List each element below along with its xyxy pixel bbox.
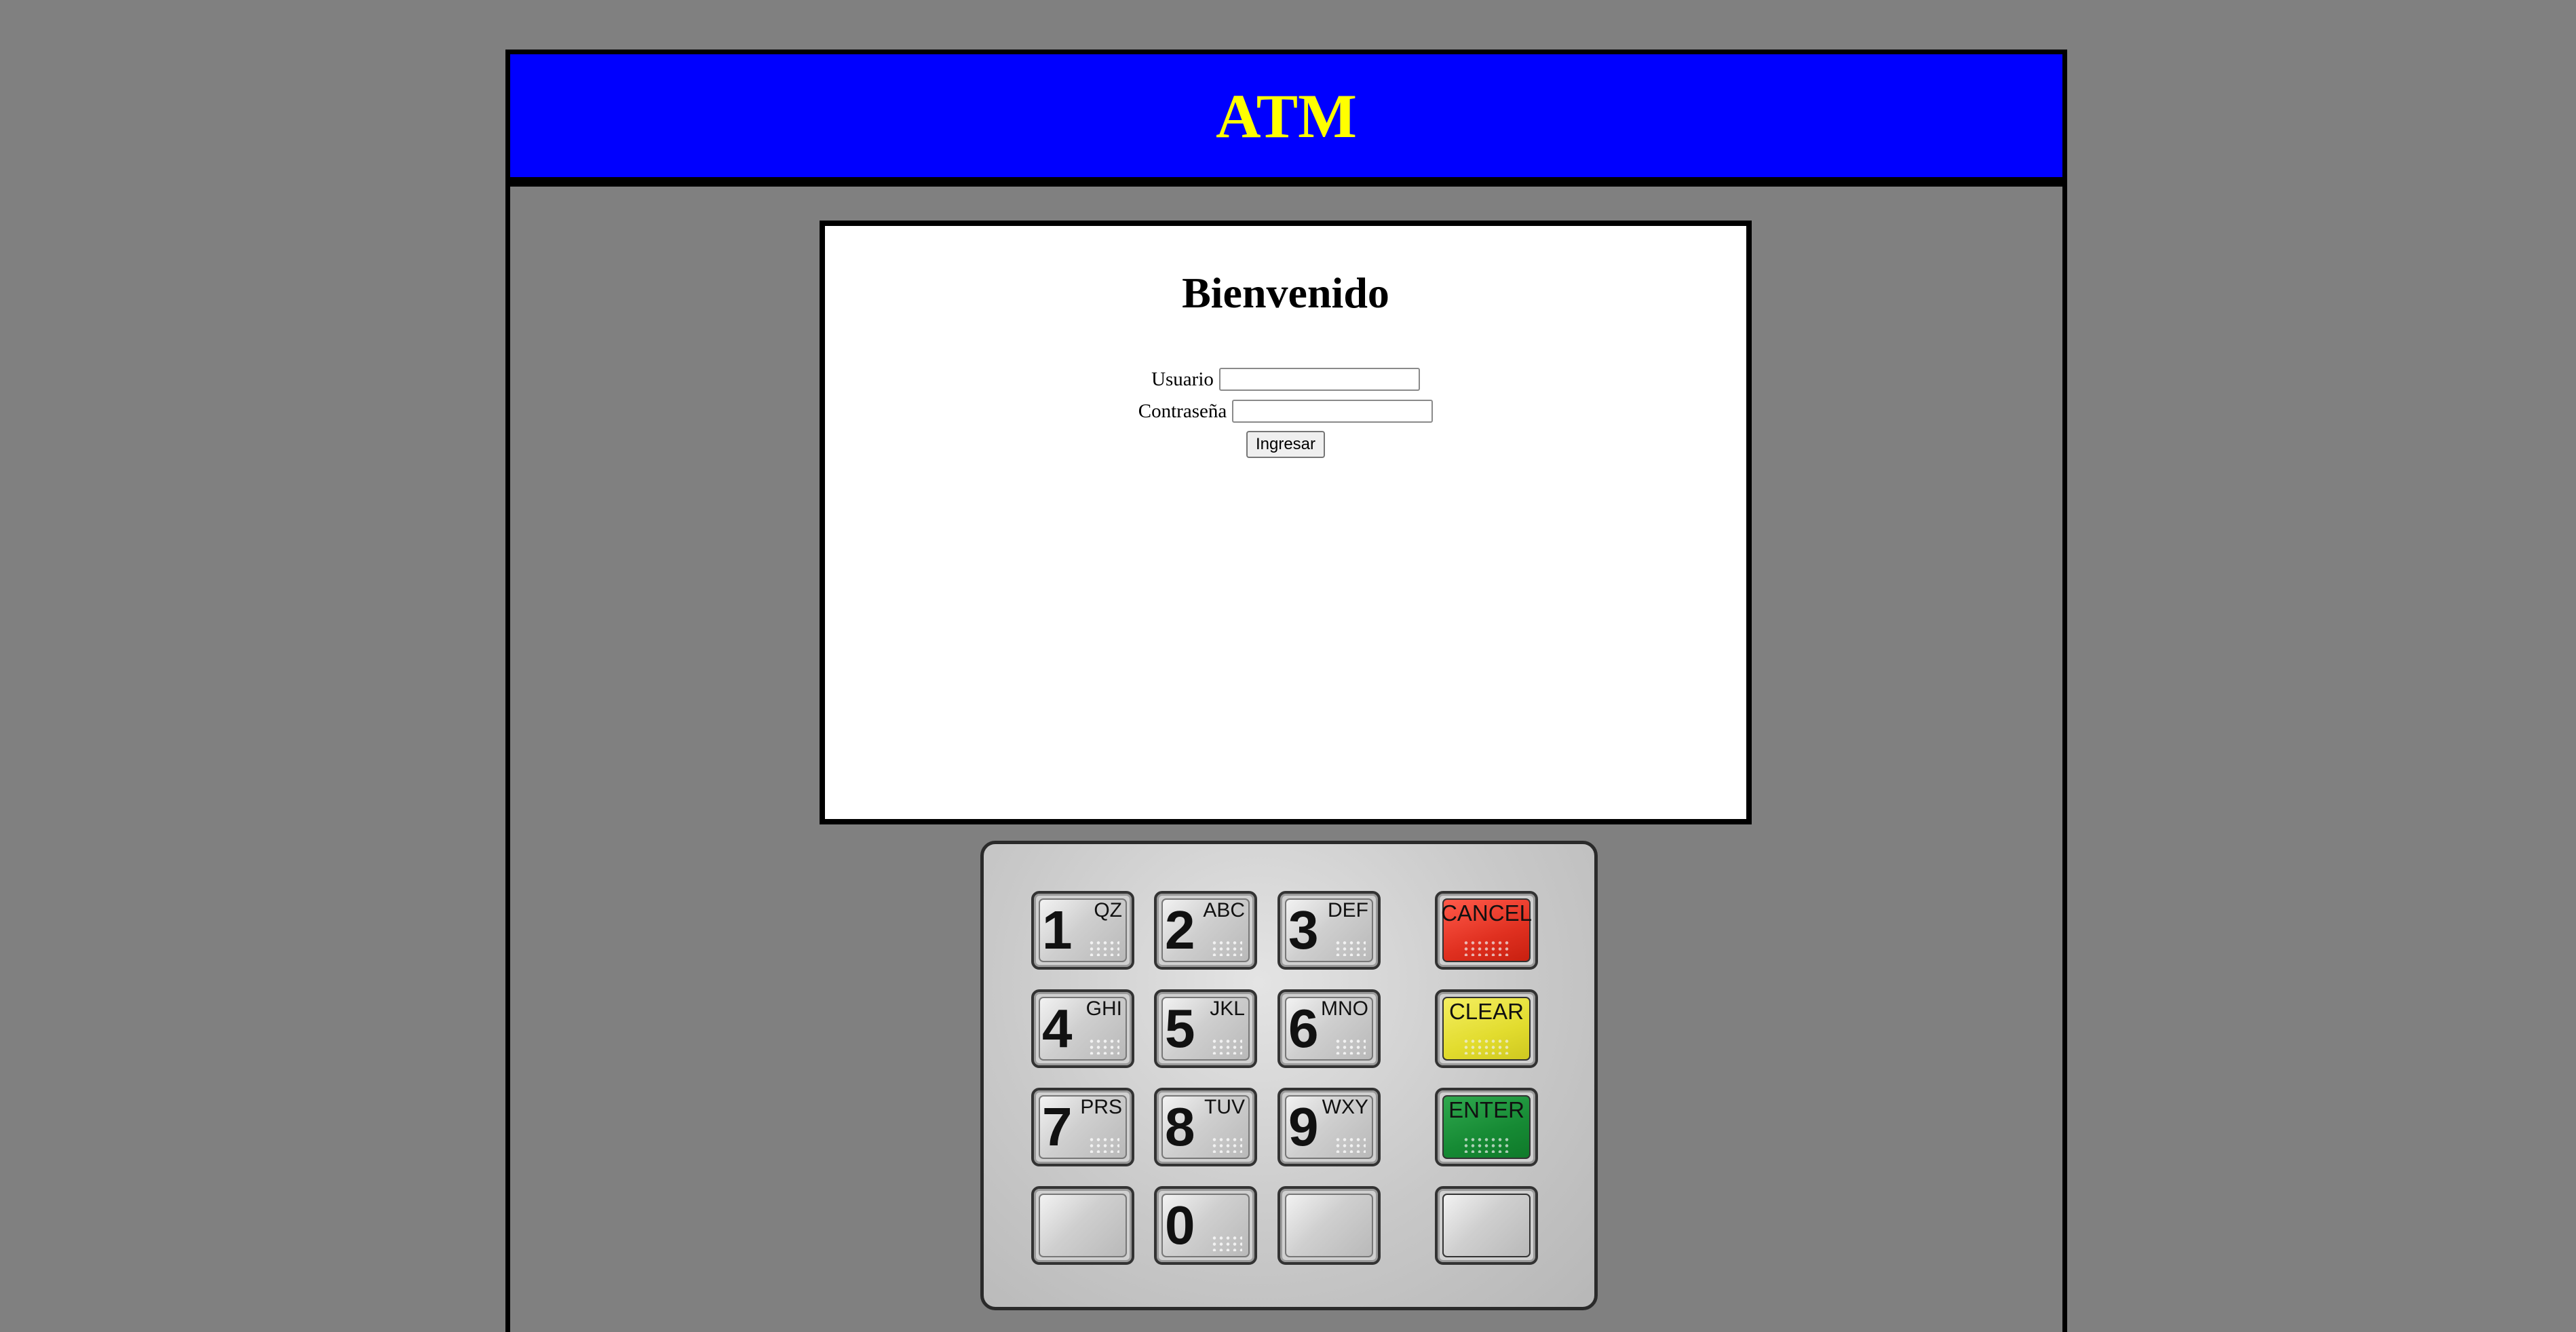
key-letters: TUV: [1204, 1096, 1245, 1118]
enter-button[interactable]: ENTER: [1435, 1088, 1538, 1166]
clear-button[interactable]: CLEAR: [1435, 989, 1538, 1068]
key-letters: ABC: [1203, 899, 1245, 921]
braille-dots-icon: [1211, 1235, 1242, 1251]
key-letters: GHI: [1085, 997, 1122, 1020]
key-digit: 5: [1165, 998, 1195, 1059]
login-button[interactable]: Ingresar: [1246, 431, 1326, 458]
key-5[interactable]: 5 JKL: [1154, 989, 1257, 1068]
cancel-label: CANCEL: [1441, 900, 1532, 926]
braille-dots-icon: [1463, 1038, 1510, 1054]
braille-dots-icon: [1088, 940, 1119, 956]
welcome-heading: Bienvenido: [1182, 269, 1389, 317]
pin-keypad: 1 QZ 2 ABC 3 DEF CANCEL 4 GHI 5 JKL 6 MN…: [980, 841, 1598, 1310]
key-2[interactable]: 2 ABC: [1154, 891, 1257, 970]
key-letters: DEF: [1328, 899, 1368, 921]
blank-function-key[interactable]: [1435, 1186, 1538, 1265]
username-input[interactable]: [1218, 368, 1420, 391]
blank-key-right[interactable]: [1277, 1186, 1381, 1265]
key-digit: 0: [1165, 1195, 1195, 1255]
key-digit: 9: [1288, 1097, 1319, 1157]
key-digit: 8: [1165, 1097, 1195, 1157]
atm-header: ATM: [510, 54, 2062, 187]
braille-dots-icon: [1463, 1137, 1510, 1153]
atm-title: ATM: [1216, 81, 1357, 151]
password-row: Contraseña: [825, 400, 1746, 423]
enter-label: ENTER: [1448, 1097, 1524, 1122]
key-8[interactable]: 8 TUV: [1154, 1088, 1257, 1166]
cancel-button[interactable]: CANCEL: [1435, 891, 1538, 970]
braille-dots-icon: [1088, 1038, 1119, 1054]
key-digit: 6: [1288, 998, 1319, 1059]
key-3[interactable]: 3 DEF: [1277, 891, 1381, 970]
key-letters: PRS: [1080, 1096, 1122, 1118]
blank-key-left[interactable]: [1031, 1186, 1134, 1265]
password-label: Contraseña: [1138, 400, 1227, 422]
username-label: Usuario: [1151, 368, 1214, 390]
key-0[interactable]: 0: [1154, 1186, 1257, 1265]
submit-row: Ingresar: [825, 431, 1746, 458]
braille-dots-icon: [1463, 940, 1510, 956]
braille-dots-icon: [1334, 1038, 1366, 1054]
atm-screen: Bienvenido Usuario Contraseña Ingresar: [820, 221, 1752, 824]
key-letters: WXY: [1322, 1096, 1368, 1118]
key-digit: 4: [1042, 998, 1073, 1059]
password-input[interactable]: [1232, 400, 1434, 423]
key-letters: JKL: [1210, 997, 1245, 1020]
braille-dots-icon: [1211, 1137, 1242, 1153]
key-digit: 7: [1042, 1097, 1073, 1157]
key-digit: 3: [1288, 900, 1319, 960]
username-row: Usuario: [825, 368, 1746, 391]
braille-dots-icon: [1334, 1137, 1366, 1153]
clear-label: CLEAR: [1448, 999, 1524, 1024]
key-letters: MNO: [1321, 997, 1368, 1020]
key-letters: QZ: [1094, 899, 1122, 921]
key-digit: 1: [1042, 900, 1073, 960]
key-4[interactable]: 4 GHI: [1031, 989, 1134, 1068]
key-7[interactable]: 7 PRS: [1031, 1088, 1134, 1166]
braille-dots-icon: [1211, 940, 1242, 956]
key-6[interactable]: 6 MNO: [1277, 989, 1381, 1068]
key-digit: 2: [1165, 900, 1195, 960]
key-9[interactable]: 9 WXY: [1277, 1088, 1381, 1166]
braille-dots-icon: [1088, 1137, 1119, 1153]
braille-dots-icon: [1211, 1038, 1242, 1054]
atm-machine: ATM Bienvenido Usuario Contraseña Ingres…: [505, 50, 2067, 1332]
braille-dots-icon: [1334, 940, 1366, 956]
key-1[interactable]: 1 QZ: [1031, 891, 1134, 970]
